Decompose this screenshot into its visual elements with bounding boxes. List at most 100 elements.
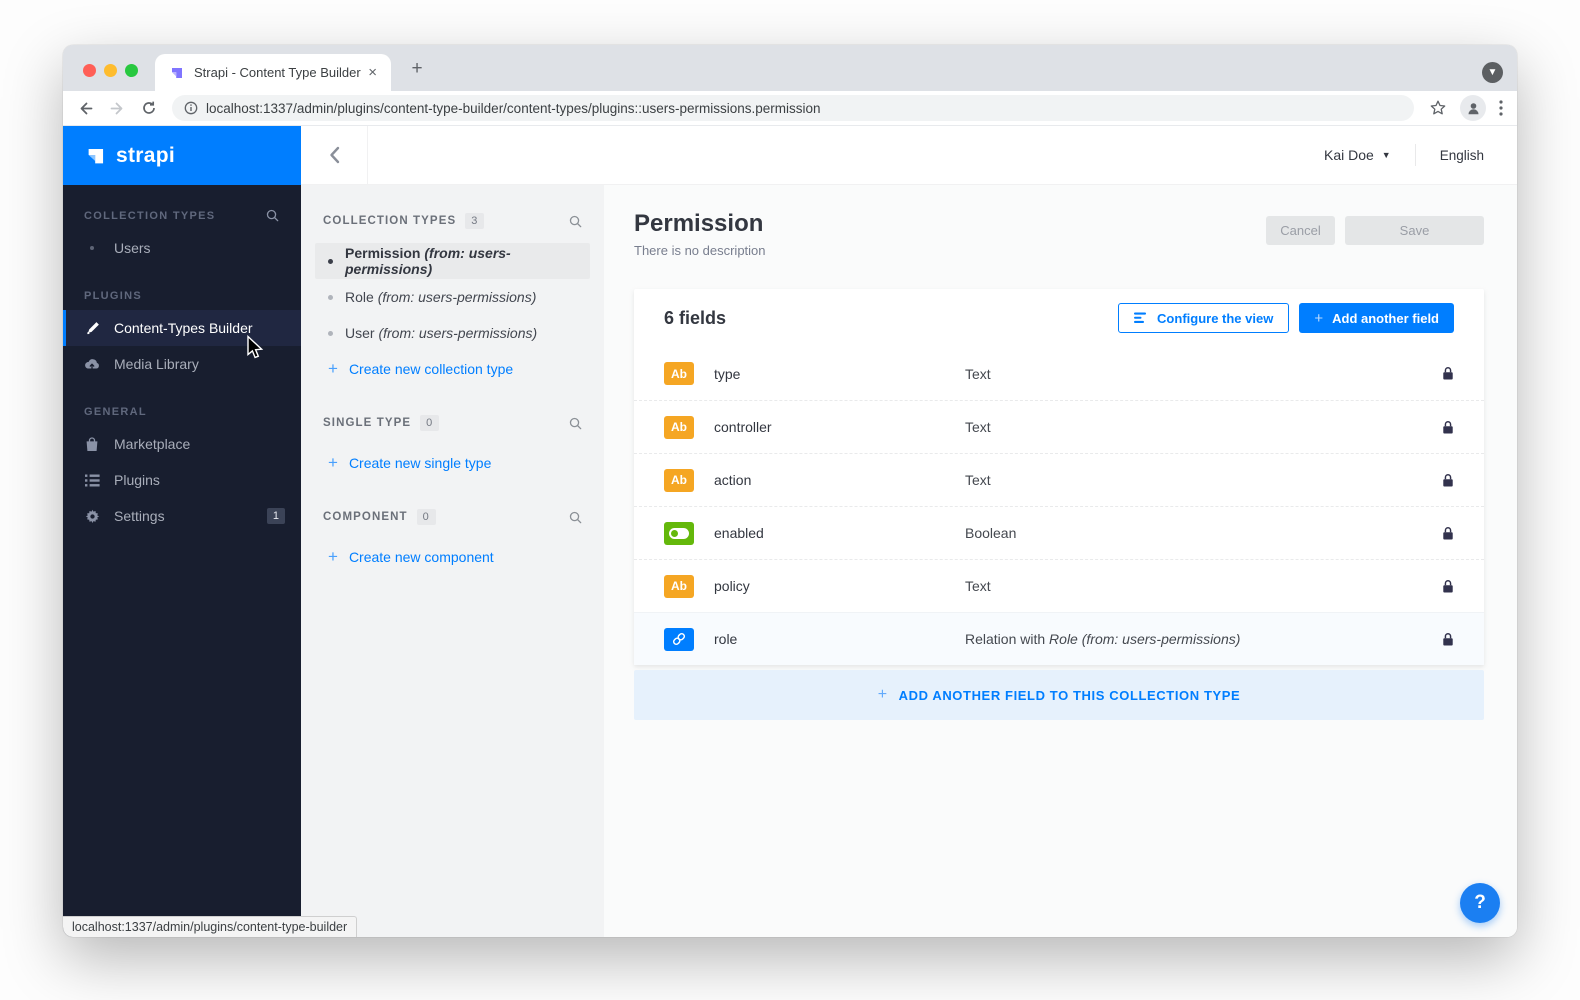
- sidebar-item-label: Settings: [114, 508, 165, 524]
- plus-icon: +: [878, 686, 888, 704]
- browser-window: Strapi - Content Type Builder × + ▼ loca…: [63, 45, 1517, 937]
- lock-icon: [1442, 526, 1454, 541]
- content-type-role[interactable]: Role (from: users-permissions): [315, 279, 590, 315]
- sidebar-item-label: Media Library: [114, 356, 199, 372]
- collapse-menu-button[interactable]: [301, 126, 368, 184]
- paintbrush-icon: [84, 321, 100, 336]
- field-name: controller: [714, 419, 965, 435]
- cancel-button[interactable]: Cancel: [1266, 216, 1335, 245]
- action-label: Create new single type: [349, 455, 491, 471]
- sidebar-section-label: COLLECTION TYPES: [84, 209, 279, 222]
- strapi-logo-icon: [86, 145, 107, 166]
- sidebar-item-settings[interactable]: Settings 1: [63, 498, 301, 534]
- plus-icon: +: [328, 359, 338, 379]
- search-icon[interactable]: [266, 209, 279, 222]
- close-window-button[interactable]: [83, 64, 96, 77]
- header-divider: [1415, 144, 1416, 166]
- add-another-field-button[interactable]: + Add another field: [1299, 303, 1454, 333]
- field-type: Boolean: [965, 525, 1016, 541]
- new-tab-button[interactable]: +: [405, 57, 429, 81]
- tab-close-icon[interactable]: ×: [364, 64, 381, 81]
- sidebar-section-label: PLUGINS: [84, 290, 279, 302]
- browser-tab[interactable]: Strapi - Content Type Builder ×: [155, 54, 391, 91]
- add-field-banner[interactable]: + ADD ANOTHER FIELD TO THIS COLLECTION T…: [634, 670, 1484, 720]
- lock-icon: [1442, 473, 1454, 488]
- forward-icon[interactable]: [109, 100, 126, 117]
- link-status-bar: localhost:1337/admin/plugins/content-typ…: [63, 916, 357, 937]
- strapi-logo-text: strapi: [116, 144, 175, 168]
- user-name: Kai Doe: [1324, 147, 1374, 163]
- sidebar-item-label: Plugins: [114, 472, 160, 488]
- sidebar-item-marketplace[interactable]: Marketplace: [63, 426, 301, 462]
- content-type-permission[interactable]: Permission (from: users-permissions): [315, 243, 590, 279]
- browser-tab-strip: Strapi - Content Type Builder × + ▼: [63, 45, 1517, 91]
- group-label-component: COMPONENT0: [301, 509, 604, 525]
- field-row-policy[interactable]: AbpolicyText: [634, 559, 1484, 612]
- search-icon[interactable]: [569, 511, 582, 524]
- field-type: Relation with Role (from: users-permissi…: [965, 631, 1240, 647]
- main-content: Permission There is no description Cance…: [604, 185, 1517, 937]
- text-field-icon: Ab: [664, 575, 694, 598]
- create-new-collection-type-link[interactable]: +Create new collection type: [315, 351, 590, 387]
- download-status-icon[interactable]: ▼: [1482, 62, 1503, 83]
- field-row-type[interactable]: AbtypeText: [634, 347, 1484, 400]
- browser-menu-icon[interactable]: [1499, 100, 1503, 116]
- field-row-role[interactable]: roleRelation with Role (from: users-perm…: [634, 612, 1484, 665]
- sidebar-item-content-types-builder[interactable]: Content-Types Builder: [63, 310, 301, 346]
- bookmark-star-icon[interactable]: [1429, 99, 1447, 117]
- zoom-window-button[interactable]: [125, 64, 138, 77]
- plus-icon: +: [1314, 310, 1323, 327]
- chevron-down-icon: ▼: [1382, 150, 1391, 160]
- help-button[interactable]: ?: [1460, 883, 1500, 923]
- group-label-single-type: SINGLE TYPE0: [301, 415, 604, 431]
- create-new-component-link[interactable]: +Create new component: [315, 539, 590, 575]
- fields-card: 6 fields Configure the view: [634, 289, 1484, 665]
- text-field-icon: Ab: [664, 362, 694, 385]
- configure-view-button[interactable]: Configure the view: [1118, 303, 1289, 333]
- cloud-upload-icon: [84, 358, 100, 370]
- notification-badge: 1: [267, 508, 285, 524]
- toolbar-right: [1429, 95, 1503, 121]
- group-label-collection-types: COLLECTION TYPES3: [301, 213, 604, 229]
- configure-view-label: Configure the view: [1157, 311, 1273, 326]
- content-type-label: Permission (from: users-permissions): [345, 245, 590, 277]
- field-row-controller[interactable]: AbcontrollerText: [634, 400, 1484, 453]
- sidebar-item-users[interactable]: Users: [63, 230, 301, 266]
- shopping-bag-icon: [84, 437, 100, 452]
- bullet-icon: [328, 331, 333, 336]
- lock-icon: [1442, 366, 1454, 381]
- field-name: role: [714, 631, 965, 647]
- language-selector[interactable]: English: [1440, 148, 1484, 163]
- back-icon[interactable]: [77, 100, 94, 117]
- info-icon[interactable]: [184, 101, 198, 115]
- plus-icon: +: [328, 547, 338, 567]
- sidebar-item-media-library[interactable]: Media Library: [63, 346, 301, 382]
- lock-icon: [1442, 632, 1454, 647]
- content-type-label: User (from: users-permissions): [345, 325, 537, 341]
- list-icon: [84, 474, 100, 487]
- lock-icon: [1442, 579, 1454, 594]
- sidebar-nav: COLLECTION TYPES Users PLUGINS Content-Type…: [63, 185, 301, 534]
- sidebar-item-label: Marketplace: [114, 436, 190, 452]
- strapi-logo[interactable]: strapi: [63, 126, 301, 185]
- field-row-enabled[interactable]: enabledBoolean: [634, 506, 1484, 559]
- reload-icon[interactable]: [141, 100, 157, 116]
- strapi-admin-app: strapi COLLECTION TYPES Users PLUGINS Conte…: [63, 126, 1517, 937]
- field-type: Text: [965, 472, 991, 488]
- bullet-icon: [328, 259, 333, 264]
- field-row-action[interactable]: AbactionText: [634, 453, 1484, 506]
- search-icon[interactable]: [569, 215, 582, 228]
- sidebar-item-plugins[interactable]: Plugins: [63, 462, 301, 498]
- address-bar[interactable]: localhost:1337/admin/plugins/content-typ…: [172, 95, 1414, 121]
- content-type-user[interactable]: User (from: users-permissions): [315, 315, 590, 351]
- user-menu[interactable]: Kai Doe ▼: [1324, 147, 1391, 163]
- main-sidebar: strapi COLLECTION TYPES Users PLUGINS Conte…: [63, 126, 301, 937]
- browser-profile-avatar[interactable]: [1460, 95, 1486, 121]
- minimize-window-button[interactable]: [104, 64, 117, 77]
- create-new-single-type-link[interactable]: +Create new single type: [315, 445, 590, 481]
- gear-icon: [84, 509, 100, 524]
- search-icon[interactable]: [569, 417, 582, 430]
- url-text: localhost:1337/admin/plugins/content-typ…: [206, 101, 821, 116]
- save-button[interactable]: Save: [1345, 216, 1484, 245]
- sidebar-item-label: Users: [114, 240, 151, 256]
